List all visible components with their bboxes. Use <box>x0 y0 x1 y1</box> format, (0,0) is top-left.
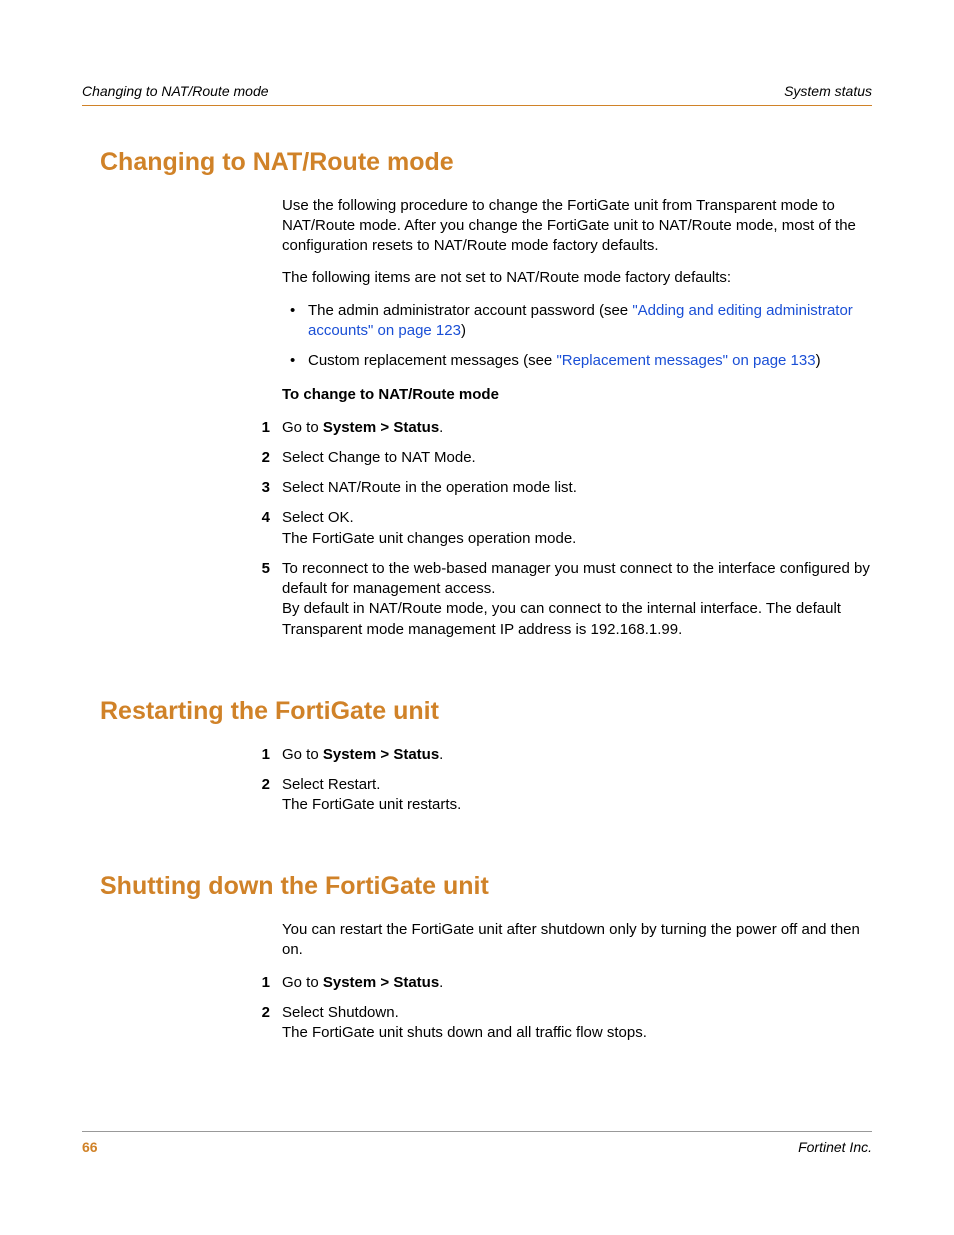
step-text: Go to <box>282 746 323 763</box>
running-head: Changing to NAT/Route mode System status <box>82 82 872 101</box>
link-replacement-messages[interactable]: "Replacement messages" on page 133 <box>556 352 815 369</box>
step-number: 2 <box>240 448 270 468</box>
header-rule <box>82 105 872 106</box>
step-number: 4 <box>240 508 270 528</box>
step-text-end: . <box>439 419 443 436</box>
step-item: 4 Select OK. The FortiGate unit changes … <box>282 508 872 549</box>
step-text-end: . <box>439 974 443 991</box>
bullet-item-replacement: Custom replacement messages (see "Replac… <box>282 351 872 371</box>
step-result: The FortiGate unit shuts down and all tr… <box>282 1023 872 1043</box>
steps-restart: 1 Go to System > Status. 2 Select Restar… <box>282 745 872 816</box>
publisher: Fortinet Inc. <box>798 1138 872 1157</box>
heading-nat-route: Changing to NAT/Route mode <box>100 146 872 180</box>
page: Changing to NAT/Route mode System status… <box>0 0 954 1235</box>
step-text: To reconnect to the web-based manager yo… <box>282 559 872 600</box>
heading-shutdown: Shutting down the FortiGate unit <box>100 870 872 904</box>
step-number: 1 <box>240 973 270 993</box>
bullet-text: Custom replacement messages (see <box>308 352 556 369</box>
step-number: 2 <box>240 1003 270 1023</box>
step-item: 1 Go to System > Status. <box>282 418 872 438</box>
step-number: 1 <box>240 418 270 438</box>
step-item: 2 Select Restart. The FortiGate unit res… <box>282 775 872 816</box>
step-number: 3 <box>240 478 270 498</box>
step-note: By default in NAT/Route mode, you can co… <box>282 599 872 640</box>
step-item: 2 Select Shutdown. The FortiGate unit sh… <box>282 1003 872 1044</box>
bullet-text-post: ) <box>461 322 466 339</box>
menu-path: System > Status <box>323 974 439 991</box>
steps-change-nat: 1 Go to System > Status. 2 Select Change… <box>282 418 872 640</box>
section-restart-body: 1 Go to System > Status. 2 Select Restar… <box>282 745 872 816</box>
menu-path: System > Status <box>323 419 439 436</box>
bullet-list-defaults: The admin administrator account password… <box>282 301 872 372</box>
step-result: The FortiGate unit restarts. <box>282 795 872 815</box>
step-number: 1 <box>240 745 270 765</box>
step-text: Select NAT/Route in the operation mode l… <box>282 479 577 496</box>
step-item: 1 Go to System > Status. <box>282 973 872 993</box>
step-text: Select Change to NAT Mode. <box>282 449 476 466</box>
step-text-end: . <box>439 746 443 763</box>
running-head-left: Changing to NAT/Route mode <box>82 82 269 101</box>
step-text: Select Restart. <box>282 775 872 795</box>
para-intro: Use the following procedure to change th… <box>282 196 872 257</box>
section-shutdown-body: You can restart the FortiGate unit after… <box>282 920 872 1043</box>
step-number: 5 <box>240 559 270 579</box>
step-number: 2 <box>240 775 270 795</box>
menu-path: System > Status <box>323 746 439 763</box>
page-number: 66 <box>82 1138 98 1157</box>
step-result: The FortiGate unit changes operation mod… <box>282 529 872 549</box>
page-footer: 66 Fortinet Inc. <box>82 1131 872 1157</box>
subhead-change-nat: To change to NAT/Route mode <box>282 385 872 405</box>
bullet-text-post: ) <box>816 352 821 369</box>
step-text: Select Shutdown. <box>282 1003 872 1023</box>
running-head-right: System status <box>784 82 872 101</box>
step-text: Go to <box>282 419 323 436</box>
steps-shutdown: 1 Go to System > Status. 2 Select Shutdo… <box>282 973 872 1044</box>
step-text: Go to <box>282 974 323 991</box>
para-shutdown-intro: You can restart the FortiGate unit after… <box>282 920 872 961</box>
bullet-text: The admin administrator account password… <box>308 302 632 319</box>
bullet-item-admin: The admin administrator account password… <box>282 301 872 342</box>
para-defaults-intro: The following items are not set to NAT/R… <box>282 268 872 288</box>
step-text: Select OK. <box>282 508 872 528</box>
section-nat-body: Use the following procedure to change th… <box>282 196 872 640</box>
step-item: 3 Select NAT/Route in the operation mode… <box>282 478 872 498</box>
step-item: 2 Select Change to NAT Mode. <box>282 448 872 468</box>
footer-rule <box>82 1131 872 1132</box>
heading-restart: Restarting the FortiGate unit <box>100 695 872 729</box>
step-item: 1 Go to System > Status. <box>282 745 872 765</box>
step-item: 5 To reconnect to the web-based manager … <box>282 559 872 640</box>
